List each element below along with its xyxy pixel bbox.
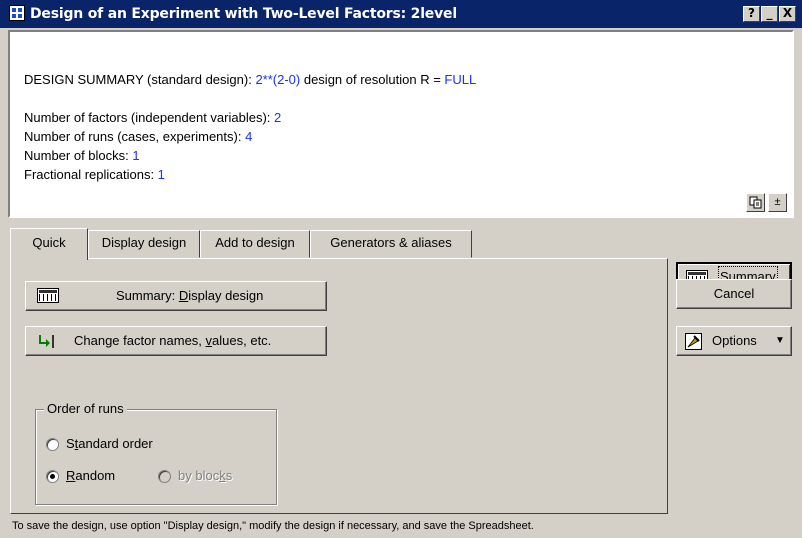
random-order-label-accel: R [66,468,76,483]
copy-icon [749,196,762,209]
order-of-runs-label: Order of runs [44,401,127,416]
title-bar: Design of an Experiment with Two-Level F… [0,0,802,28]
fractional-label: Fractional replications: [24,167,158,182]
random-order-label[interactable]: Random [66,468,115,483]
factors-value: 2 [274,110,282,125]
tab-generators-aliases[interactable]: Generators & aliases [310,230,472,258]
by-blocks-label-pre: by bloc [178,468,220,483]
random-order-label-post: andom [75,468,116,483]
runs-line: Number of runs (cases, experiments): 4 [24,129,252,144]
cancel-button[interactable]: Cancel [676,279,792,309]
close-button[interactable]: X [779,6,796,22]
fractional-value: 1 [157,167,165,182]
resolution-value: FULL [444,72,477,87]
help-button[interactable]: ? [743,6,760,22]
tab-quick[interactable]: Quick [10,228,88,260]
standard-order-label-pre: S [66,436,75,451]
blocks-line: Number of blocks: 1 [24,148,140,163]
quick-tab-panel: Summary: Display design Change factor na… [10,258,668,514]
change-factor-names-label: Change factor names, values, etc. [74,327,271,355]
standard-order-label-post: andard order [78,436,153,451]
order-of-runs-group: Order of runs Standard order Random by b… [35,401,277,505]
summary-display-design-button[interactable]: Summary: Display design [25,281,327,311]
copy-button[interactable] [746,193,765,212]
app-icon [9,5,25,21]
standard-order-label[interactable]: Standard order [66,436,153,451]
factors-label: Number of factors (independent variables… [24,110,275,125]
options-button-label: Options [712,333,757,348]
minimize-button[interactable]: _ [761,6,778,22]
options-button[interactable]: Options ▼ [676,326,792,356]
summary-display-design-label-pre: Summary: [116,288,179,303]
blocks-value: 1 [132,148,140,163]
tab-display-design[interactable]: Display design [88,230,200,258]
standard-order-radio[interactable] [46,438,59,451]
footer-hint: To save the design, use option "Display … [12,520,534,532]
change-arrow-icon [39,335,54,348]
by-blocks-label: by blocks [178,468,232,483]
fractional-line: Fractional replications: 1 [24,167,165,182]
window-title: Design of an Experiment with Two-Level F… [30,6,457,22]
design-resolution-label: design of resolution R = [300,72,445,87]
runs-value: 4 [245,129,253,144]
by-blocks-radio [158,470,171,483]
random-order-radio[interactable] [46,470,59,483]
options-dropdown-arrow-icon: ▼ [775,335,785,346]
design-value: 2**(2-0) [255,72,301,87]
change-factor-names-button[interactable]: Change factor names, values, etc. [25,326,327,356]
summary-display-design-label-post: isplay design [188,288,264,303]
options-tools-icon [685,333,702,350]
design-summary-line: DESIGN SUMMARY (standard design): 2**(2-… [24,72,476,87]
blocks-label: Number of blocks: [24,148,133,163]
cancel-button-label: Cancel [713,286,755,301]
by-blocks-label-post: s [225,468,233,483]
design-summary-panel: DESIGN SUMMARY (standard design): 2**(2-… [8,30,794,218]
tab-control: Quick Display design Add to design Gener… [10,228,668,514]
summary-display-design-label-accel: D [178,288,189,303]
summary-display-design-label: Summary: Display design [116,282,263,310]
design-summary-label: DESIGN SUMMARY (standard design): [24,72,256,87]
runs-label: Number of runs (cases, experiments): [24,129,246,144]
change-factor-names-label-pre: Change factor names, [74,333,206,348]
change-factor-names-label-post: alues, etc. [212,333,272,348]
tab-add-to-design[interactable]: Add to design [200,230,310,258]
spreadsheet-icon [37,288,59,303]
expand-button[interactable]: ± [768,193,787,212]
factors-line: Number of factors (independent variables… [24,110,281,125]
